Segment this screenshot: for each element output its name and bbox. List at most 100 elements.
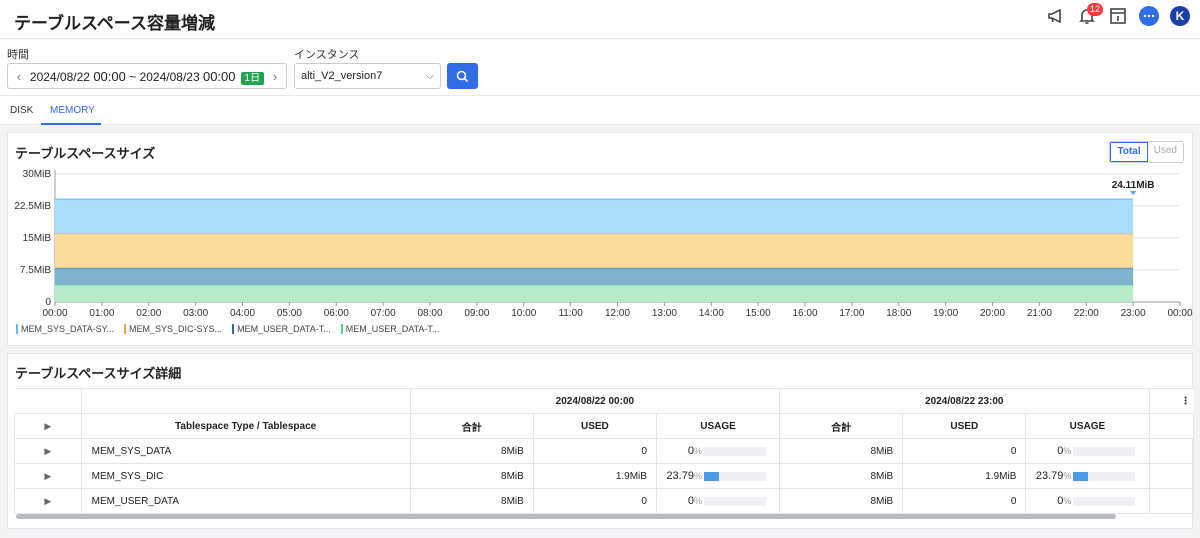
- table-row[interactable]: ▶ MEM_SYS_DATA 8MiB 0 0% 8MiB 0 0%: [14, 438, 1195, 464]
- usage-bar-fill: [1073, 471, 1089, 481]
- total-value: 8MiB: [409, 438, 534, 464]
- x-tick-label: 03:00: [183, 308, 208, 319]
- peak-marker-icon: [1130, 191, 1137, 196]
- total-used-toggle[interactable]: Total Used: [1109, 141, 1184, 163]
- legend-swatch: [340, 324, 343, 334]
- used-value: 0: [532, 438, 657, 464]
- table-row[interactable]: ▶ MEM_SYS_DIC 8MiB 1.9MiB 23.79% 8MiB 1.…: [14, 463, 1195, 489]
- percent-symbol: %: [693, 471, 702, 481]
- area-series: [55, 284, 1134, 302]
- col-used-1[interactable]: USED: [532, 413, 657, 439]
- active-tab-indicator: [41, 123, 101, 125]
- x-tick-label: 05:00: [277, 308, 302, 319]
- x-tick-label: 11:00: [558, 308, 583, 319]
- used-value: 0: [532, 488, 657, 514]
- tab-bar: DISK MEMORY: [0, 96, 1200, 125]
- col-total-2[interactable]: 合計: [779, 413, 904, 439]
- usage-cell: 0%: [655, 438, 781, 464]
- detail-table: 2024/08/22 00:00 2024/08/22 23:00 ⋮ ▶ Ta…: [14, 388, 1195, 514]
- time-from: 00:00: [93, 68, 126, 84]
- used-value: 1.9MiB: [902, 463, 1027, 489]
- tab-disk[interactable]: DISK: [10, 105, 33, 116]
- x-tick-label: 09:00: [464, 308, 489, 319]
- horizontal-scrollbar[interactable]: [16, 514, 1116, 519]
- x-tick-label: 15:00: [746, 308, 771, 319]
- y-tick-label: 0: [45, 297, 51, 308]
- more-columns-icon[interactable]: ⋮: [1148, 388, 1194, 414]
- megaphone-icon[interactable]: [1046, 6, 1066, 26]
- legend-label: MEM_USER_DATA-T...: [237, 324, 331, 334]
- top-icons: 12 K: [1046, 3, 1190, 26]
- usage-bar: [1073, 471, 1136, 481]
- avatar[interactable]: K: [1170, 6, 1190, 26]
- range-separator: ~: [129, 69, 137, 84]
- y-tick-label: 30MiB: [23, 169, 52, 180]
- total-value: 8MiB: [409, 463, 534, 489]
- chat-icon[interactable]: [1139, 6, 1159, 26]
- usage-percent: 23.79: [1035, 470, 1064, 482]
- used-value: 0: [902, 438, 1027, 464]
- x-tick-label: 00:00: [42, 308, 67, 319]
- x-tick-label: 20:00: [980, 308, 1005, 319]
- usage-cell: 0%: [655, 488, 781, 514]
- col-tablespace[interactable]: Tablespace Type / Tablespace: [80, 413, 411, 439]
- info-window-icon[interactable]: [1108, 6, 1128, 26]
- usage-cell: 23.79%: [1025, 463, 1150, 489]
- used-value: 1.9MiB: [532, 463, 657, 489]
- col-filler: [1148, 413, 1195, 439]
- x-tick-label: 21:00: [1027, 308, 1052, 319]
- expand-row-icon[interactable]: ▶: [14, 463, 82, 489]
- percent-symbol: %: [1063, 496, 1072, 506]
- x-tick-label: 14:00: [699, 308, 724, 319]
- table-header-row-periods: 2024/08/22 00:00 2024/08/22 23:00 ⋮: [14, 388, 1194, 414]
- toggle-total[interactable]: Total: [1110, 142, 1148, 162]
- x-tick-label: 16:00: [792, 308, 817, 319]
- total-value: 8MiB: [409, 488, 534, 514]
- col-total-1[interactable]: 合計: [409, 413, 534, 439]
- percent-symbol: %: [693, 496, 702, 506]
- instance-select[interactable]: alti_V2_version7 ⌵: [294, 63, 441, 89]
- bell-icon[interactable]: 12: [1077, 3, 1104, 26]
- total-value: 8MiB: [779, 463, 904, 489]
- period2-header: 2024/08/22 23:00: [779, 388, 1150, 414]
- usage-cell: 23.79%: [655, 463, 781, 489]
- usage-bar-fill: [703, 471, 719, 481]
- legend-item[interactable]: MEM_USER_DATA-T...: [340, 324, 439, 334]
- x-tick-label: 19:00: [933, 308, 958, 319]
- detail-title: テーブルスペースサイズ詳細: [15, 366, 182, 381]
- col-usage-1[interactable]: USAGE: [655, 413, 781, 439]
- toggle-used[interactable]: Used: [1148, 142, 1183, 162]
- date-to: 2024/08/23: [139, 69, 200, 84]
- table-row[interactable]: ▶ MEM_USER_DATA 8MiB 0 0% 8MiB 0 0%: [14, 488, 1195, 514]
- chevron-left-icon[interactable]: ‹: [8, 69, 30, 84]
- percent-symbol: %: [1063, 471, 1072, 481]
- legend-item[interactable]: MEM_USER_DATA-T...: [232, 324, 331, 334]
- x-tick-label: 01:00: [89, 308, 114, 319]
- y-tick-label: 15MiB: [23, 233, 52, 244]
- chevron-right-icon[interactable]: ›: [264, 69, 286, 84]
- tab-memory[interactable]: MEMORY: [50, 105, 95, 116]
- search-button[interactable]: [447, 63, 478, 89]
- date-range-picker[interactable]: ‹ 2024/08/22 00:00 ~ 2024/08/23 00:00 1日 …: [7, 63, 287, 89]
- tablespace-name: MEM_USER_DATA: [80, 488, 411, 514]
- table-header-row-columns: ▶ Tablespace Type / Tablespace 合計 USED U…: [14, 413, 1195, 439]
- expand-row-icon[interactable]: ▶: [14, 438, 82, 464]
- time-label: 時間: [7, 49, 29, 61]
- date-range-text: 2024/08/22 00:00 ~ 2024/08/23 00:00 1日: [30, 68, 265, 85]
- x-tick-label: 10:00: [511, 308, 536, 319]
- legend-item[interactable]: MEM_SYS_DIC-SYS...: [124, 324, 222, 334]
- expand-all-icon[interactable]: ▶: [14, 413, 82, 439]
- col-used-2[interactable]: USED: [902, 413, 1027, 439]
- legend-item[interactable]: MEM_SYS_DATA-SY...: [16, 324, 114, 334]
- legend-swatch: [124, 324, 127, 334]
- expand-row-icon[interactable]: ▶: [14, 488, 82, 514]
- col-usage-2[interactable]: USAGE: [1025, 413, 1150, 439]
- chart-title: テーブルスペースサイズ: [15, 146, 156, 161]
- usage-bar: [1073, 496, 1136, 506]
- tablespace-size-card: テーブルスペースサイズ Total Used 30MiB 22.5MiB 15MiB…: [7, 132, 1193, 346]
- x-tick-label: 02:00: [136, 308, 161, 319]
- x-tick-label: 08:00: [417, 308, 442, 319]
- page-title: テーブルスペース容量増減: [14, 14, 215, 33]
- tablespace-area-chart: 30MiB22.5MiB15MiB7.5MiB000:00 01:00 02:00 0…: [14, 169, 1193, 319]
- time-to: 00:00: [202, 68, 236, 84]
